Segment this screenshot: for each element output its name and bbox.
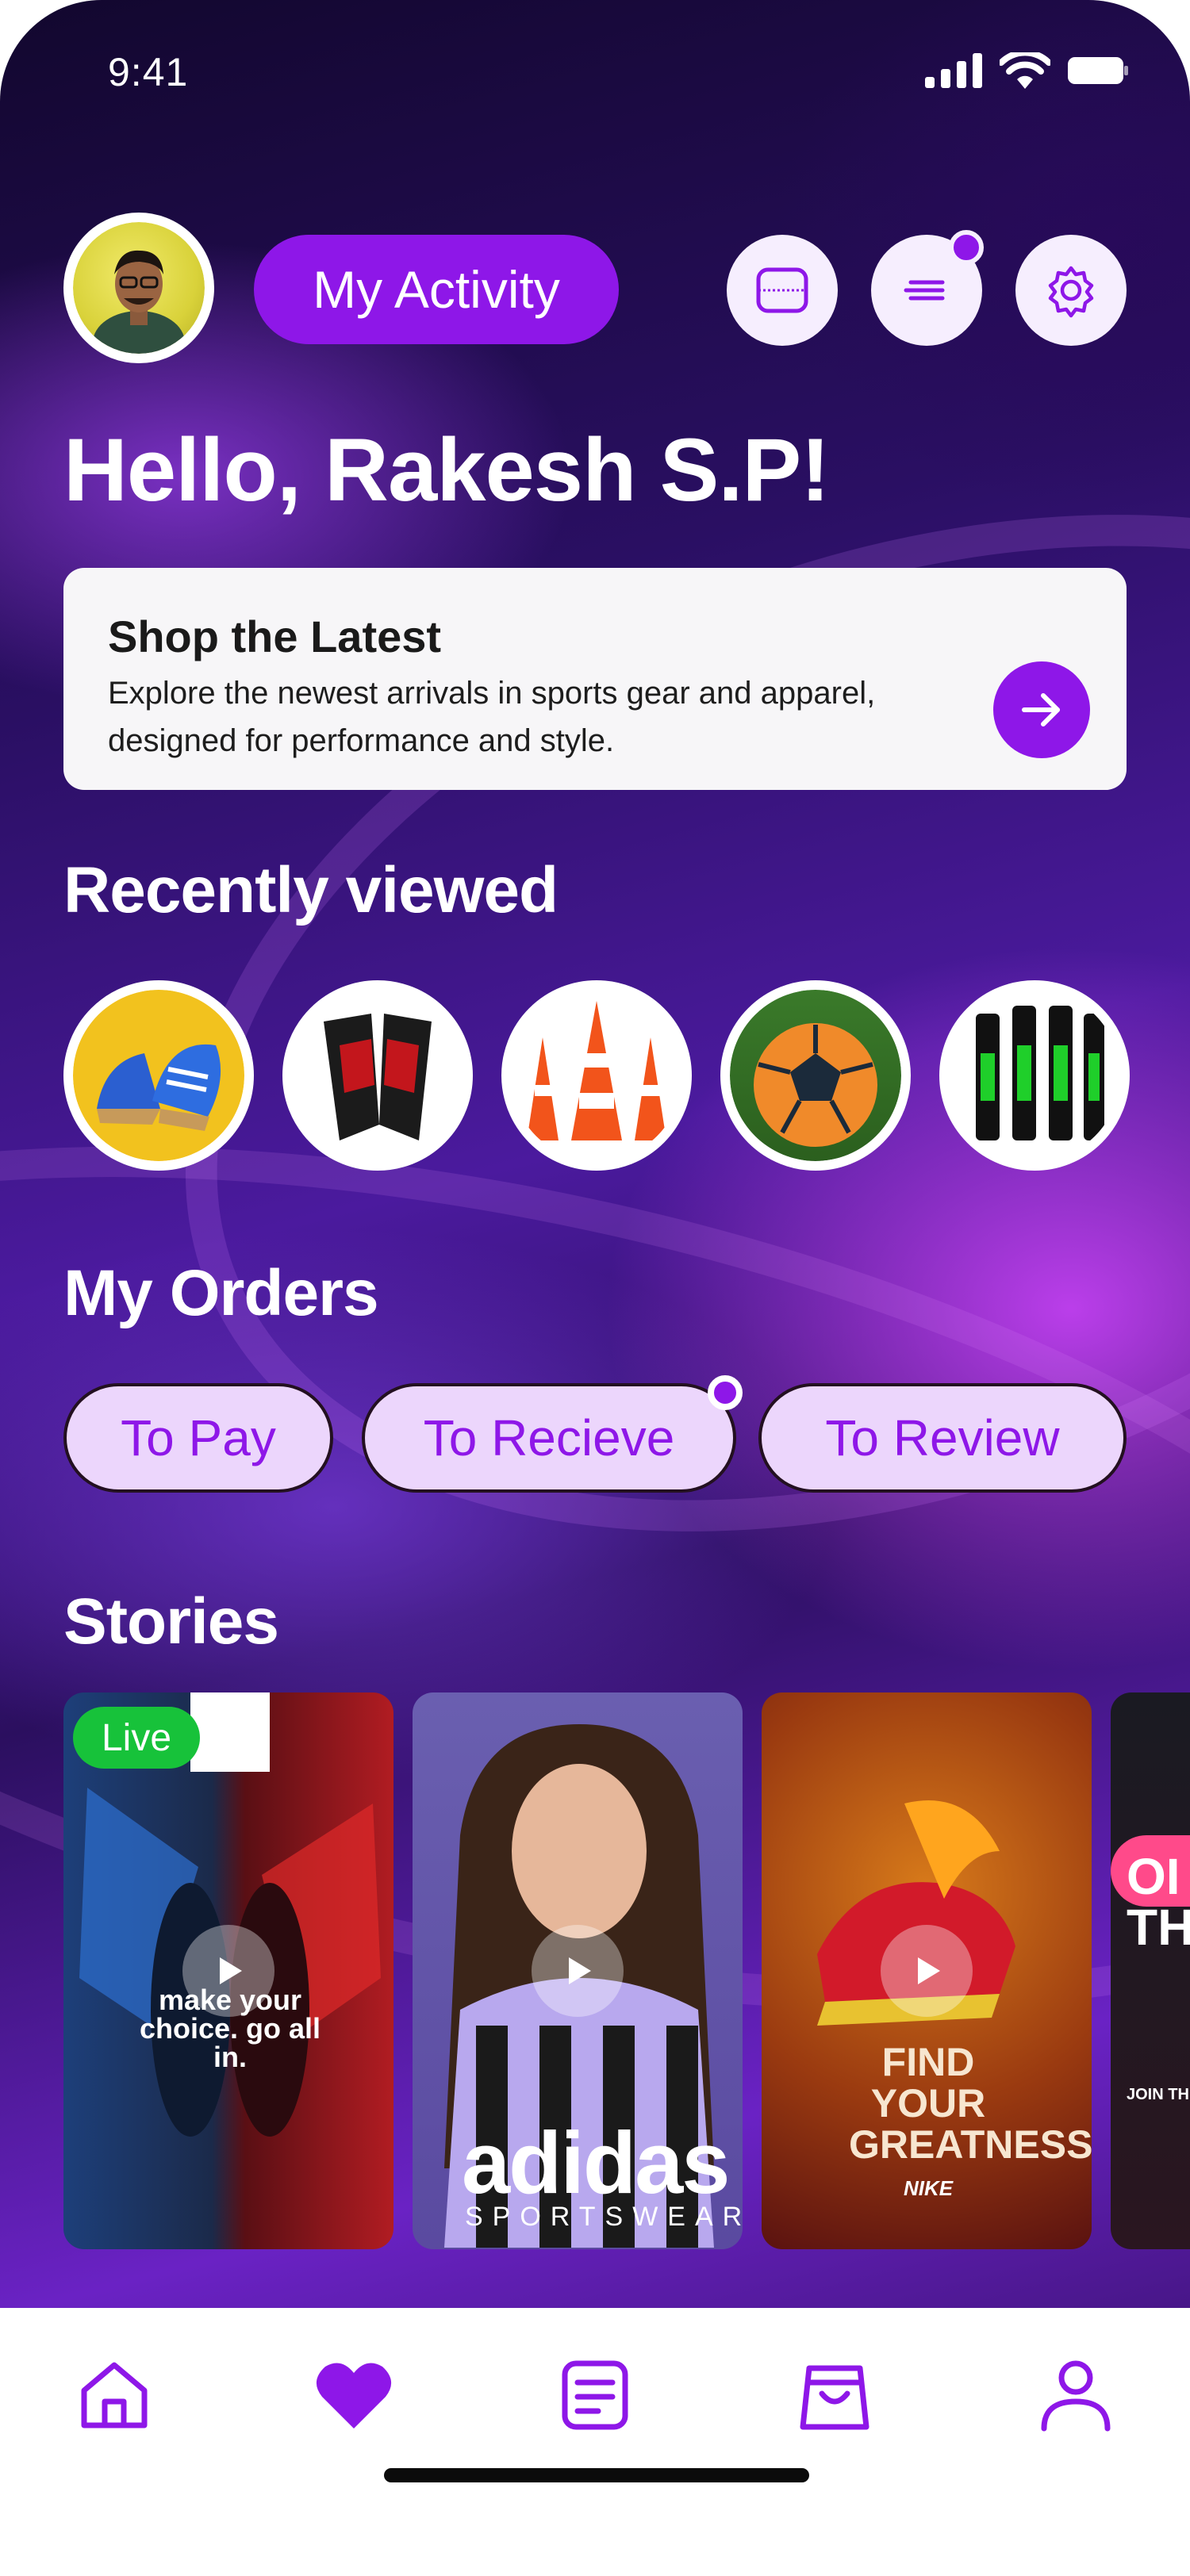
story-subcaption: JOIN TH (1127, 2086, 1189, 2103)
recent-item-gloves[interactable] (282, 980, 473, 1171)
recent-item-cricket-bats[interactable] (939, 980, 1130, 1171)
settings-icon (1048, 266, 1094, 318)
story-card[interactable]: OI TH JOIN TH (1111, 1692, 1190, 2249)
battery-icon (1068, 57, 1128, 84)
nav-profile[interactable] (1036, 2356, 1115, 2435)
status-icons (925, 52, 1128, 89)
orders-icon (562, 2360, 628, 2430)
tab-to-pay[interactable]: To Pay (63, 1383, 333, 1493)
story-caption: FIND YOUR GREATNESS (849, 2040, 1092, 2167)
notification-badge (949, 230, 984, 265)
live-badge: Live (73, 1707, 200, 1769)
tab-to-review[interactable]: To Review (758, 1383, 1127, 1493)
arrow-right-icon (1022, 693, 1060, 726)
avatar[interactable] (63, 213, 214, 363)
play-icon (569, 1957, 591, 1984)
recent-item-sneakers[interactable] (63, 980, 254, 1171)
wifi-icon (1000, 52, 1050, 89)
story-caption: adidas (462, 2114, 730, 2212)
story-card[interactable]: FIND YOUR GREATNESS NIKE (762, 1692, 1092, 2249)
play-button[interactable] (881, 1925, 973, 2017)
story-card[interactable]: Live make your choice. go all in. (63, 1692, 393, 2249)
my-activity-button[interactable]: My Activity (254, 235, 619, 344)
to-recieve-badge (708, 1375, 743, 1410)
my-orders-heading: My Orders (63, 1257, 379, 1329)
profile-icon (1041, 2360, 1111, 2432)
story-caption: OI TH (1127, 1848, 1190, 1956)
card-arrow-button[interactable] (993, 661, 1090, 758)
recently-viewed-heading: Recently viewed (63, 854, 559, 926)
settings-button[interactable] (1015, 235, 1127, 346)
recently-viewed-list (63, 980, 1130, 1171)
recent-item-football[interactable] (720, 980, 911, 1171)
heart-icon (316, 2363, 392, 2428)
tab-to-recieve[interactable]: To Recieve (362, 1383, 736, 1493)
nav-orders[interactable] (555, 2356, 635, 2435)
card-title: Shop the Latest (108, 611, 442, 661)
shop-latest-card[interactable]: Shop the Latest Explore the newest arriv… (63, 568, 1127, 790)
stories-heading: Stories (63, 1585, 279, 1658)
status-bar: 9:41 (0, 0, 1190, 151)
play-button[interactable] (532, 1925, 624, 2017)
nav-favorites[interactable] (314, 2356, 393, 2435)
home-icon (81, 2362, 148, 2428)
scan-icon (756, 267, 808, 313)
avatar-photo (73, 222, 205, 354)
bottom-navigation (0, 2308, 1190, 2576)
orders-tabs: To Pay To Recieve To Review (63, 1375, 1127, 1494)
story-card[interactable]: adidas SPORTSWEAR (413, 1692, 743, 2249)
stories-list: Live make your choice. go all in. adidas… (63, 1692, 1190, 2249)
app-screen: 9:41 My Activity Hello, Rakesh S.P! Shop… (0, 0, 1190, 2576)
home-indicator (384, 2468, 809, 2482)
header: My Activity (63, 213, 1127, 363)
story-subcaption: NIKE (903, 2176, 954, 2200)
signal-icon (925, 53, 982, 88)
notifications-button[interactable] (871, 230, 984, 346)
greeting-heading: Hello, Rakesh S.P! (63, 420, 830, 519)
scan-button[interactable] (727, 235, 838, 346)
play-icon (220, 1957, 242, 1984)
recent-item-cones[interactable] (501, 980, 692, 1171)
menu-icon (904, 280, 945, 301)
play-icon (918, 1957, 940, 1984)
bag-icon (800, 2365, 869, 2430)
nav-home[interactable] (75, 2356, 154, 2435)
status-time: 9:41 (108, 50, 189, 94)
nav-bag[interactable] (795, 2356, 874, 2435)
card-description: Explore the newest arrivals in sports ge… (108, 676, 876, 758)
story-subcaption: SPORTSWEAR (465, 2202, 743, 2232)
play-button[interactable] (182, 1925, 274, 2017)
